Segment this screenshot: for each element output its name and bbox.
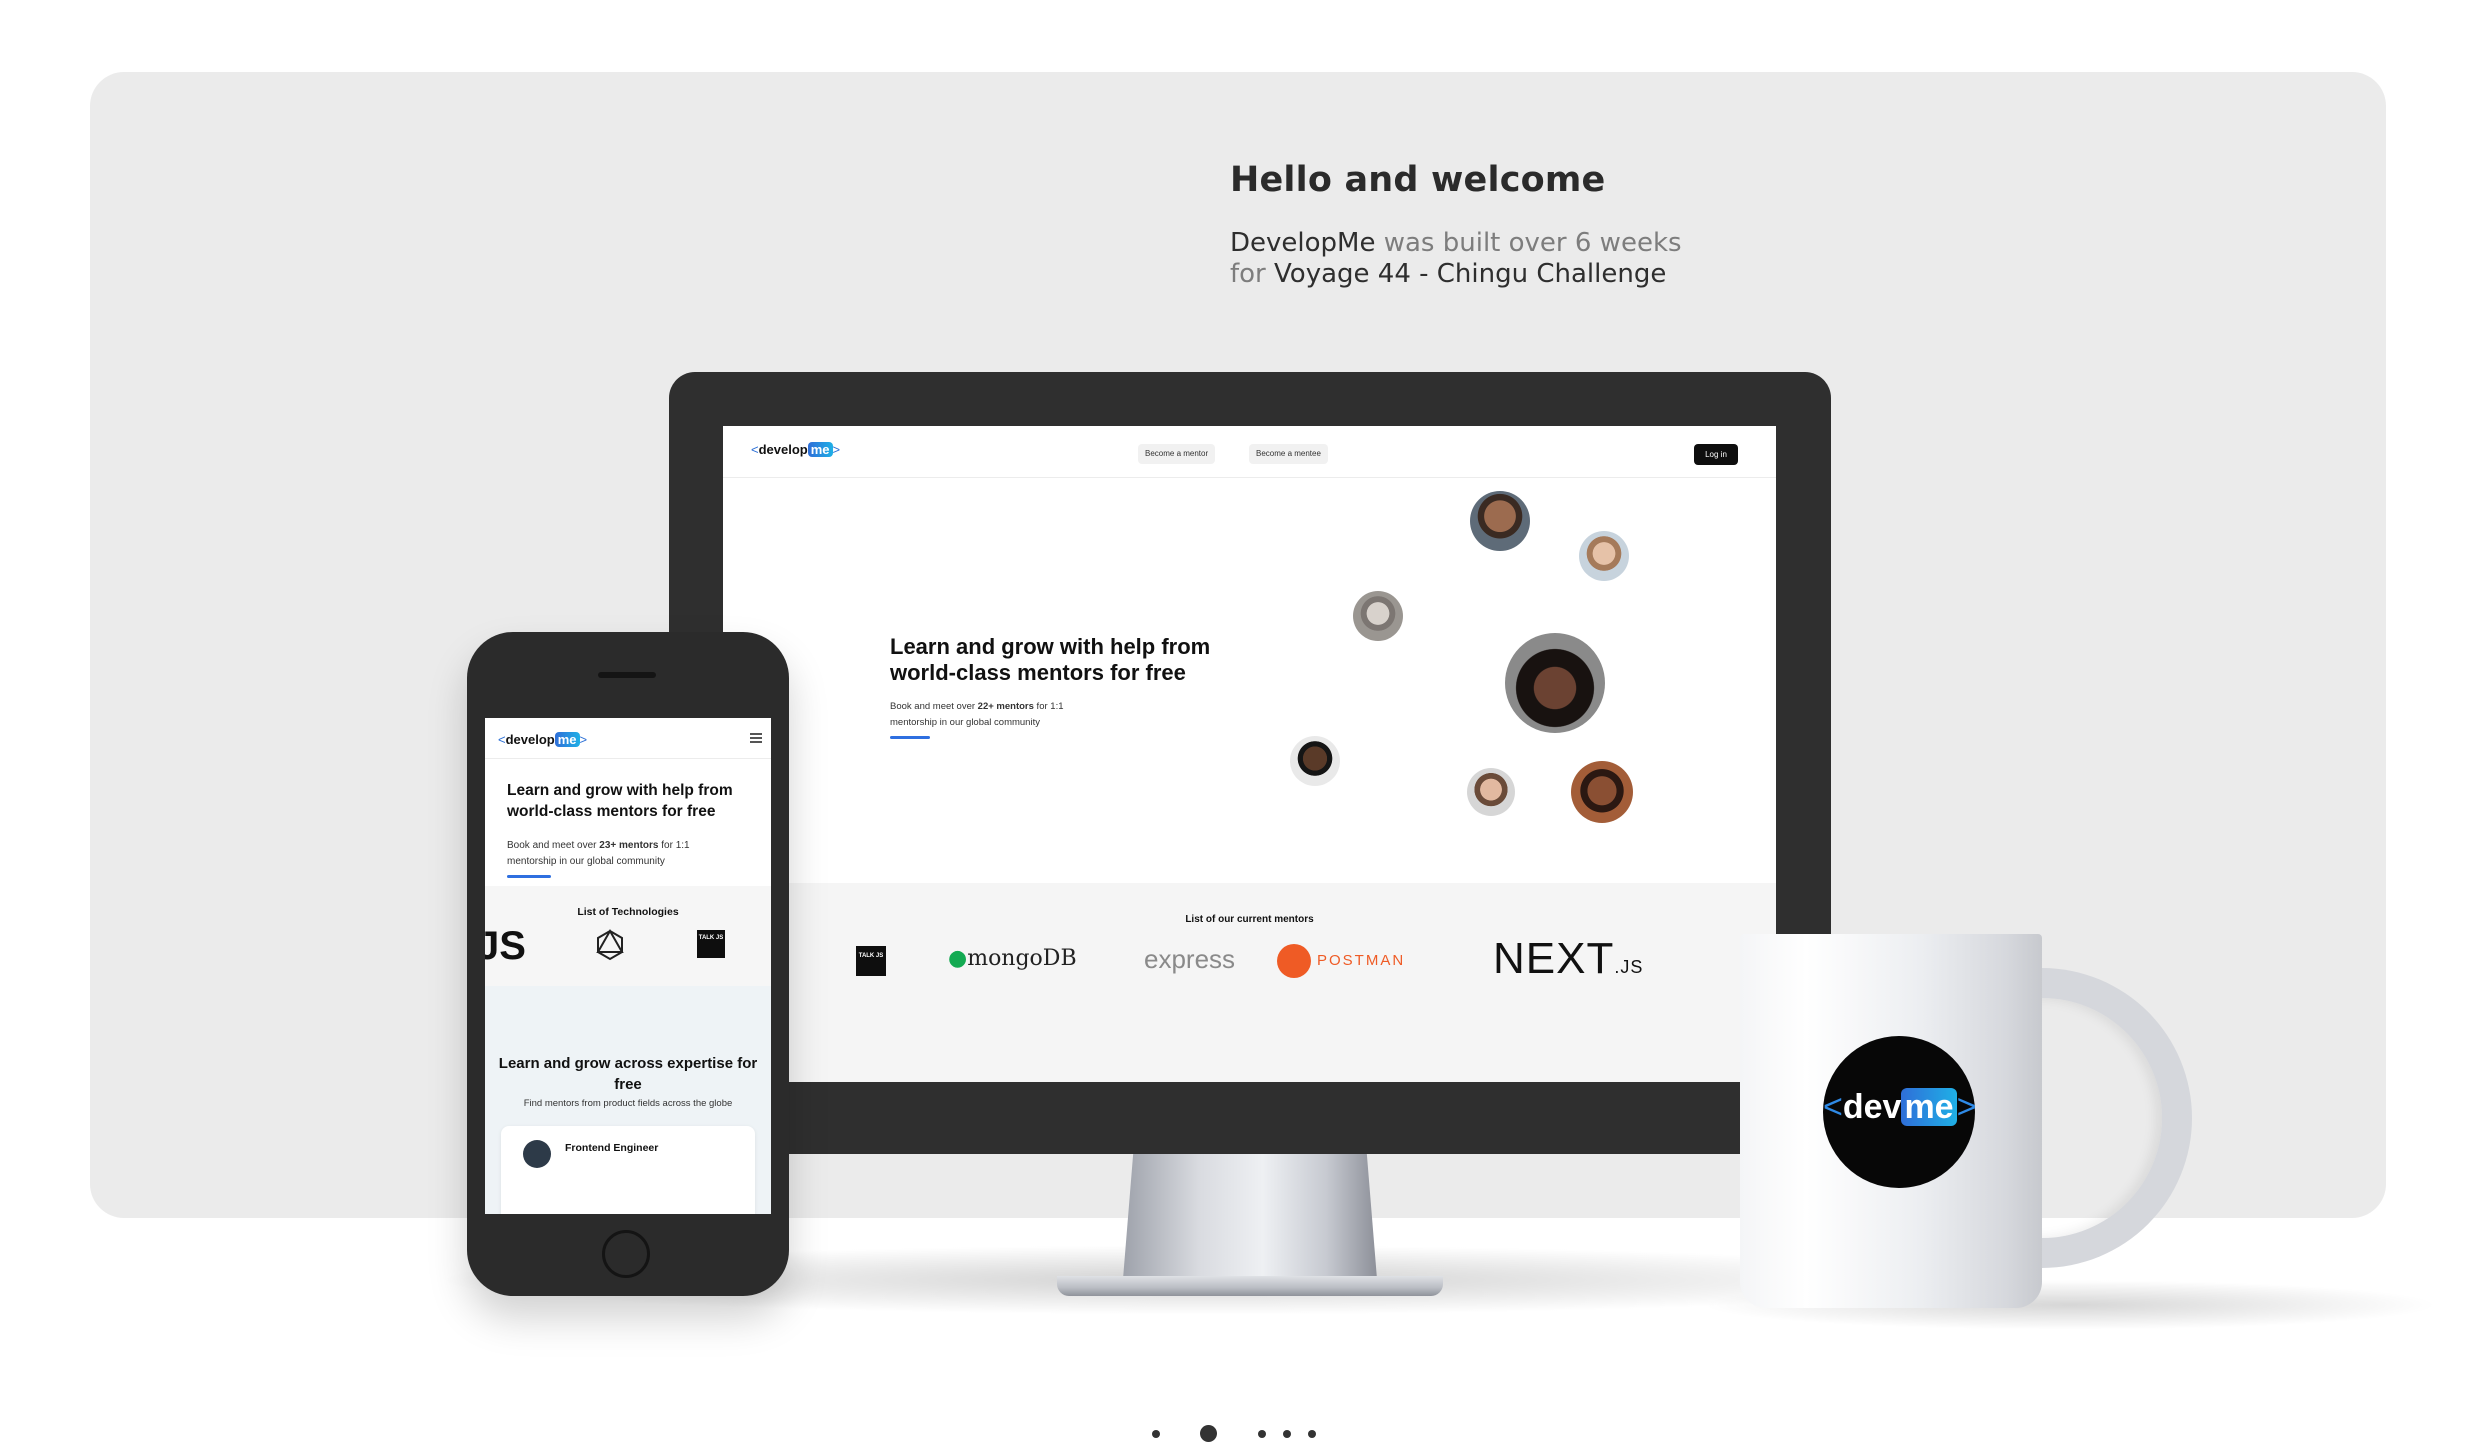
welcome-subtitle: DevelopMe was built over 6 weeks for Voy… xyxy=(1230,228,1830,290)
desktop-navbar: <develop me > Become a mentor Become a men… xyxy=(723,426,1776,478)
mongodb-logo: ●mongoDB xyxy=(948,946,1077,971)
welcome-title: Hello and welcome xyxy=(1230,160,1606,200)
developme-logo[interactable]: <develop me > xyxy=(498,732,587,747)
for-text: for xyxy=(1230,259,1275,289)
carousel-dot[interactable] xyxy=(1308,1430,1316,1438)
expertise-heading: Learn and grow across expertise for free xyxy=(498,1055,758,1093)
mentor-card[interactable]: Frontend Engineer xyxy=(501,1126,755,1214)
built-text: was built over 6 weeks xyxy=(1375,228,1682,258)
mentor-avatar xyxy=(1579,531,1629,581)
mobile-phone: <develop me > Learn and grow with help fro… xyxy=(467,632,789,1296)
avatar xyxy=(523,1140,551,1168)
project-name: DevelopMe xyxy=(1230,228,1376,258)
technologies-title: List of Technologies xyxy=(577,906,679,918)
phone-home-button xyxy=(602,1230,650,1278)
carousel-dot[interactable] xyxy=(1283,1430,1291,1438)
hero-heading: Learn and grow with help from world-clas… xyxy=(890,634,1211,685)
express-logo: express xyxy=(1144,944,1236,974)
hero-description: Book and meet over 22+ mentors for 1:1 m… xyxy=(890,701,1064,728)
mobile-hero-heading: Learn and grow with help from world-clas… xyxy=(507,782,733,820)
desktop-screen: <develop me > Become a mentor Become a men… xyxy=(723,426,1776,1082)
mobile-screen: <develop me > Learn and grow with help fro… xyxy=(485,718,771,1214)
welcome-section: Hello and welcome DevelopMe was built ov… xyxy=(1230,160,1830,290)
talk-js-logo: TALK JS xyxy=(856,946,886,976)
monitor-stand xyxy=(1123,1154,1377,1279)
monitor-stand-base xyxy=(1057,1276,1443,1296)
event-name: Voyage 44 - Chingu Challenge xyxy=(1274,259,1667,289)
hero-accent-bar xyxy=(890,736,930,739)
nextjs-logo: NEXT.JS xyxy=(1493,934,1644,983)
login-button[interactable]: Log in xyxy=(1694,444,1738,465)
mentor-avatar xyxy=(1505,633,1605,733)
mobile-accent-bar xyxy=(507,875,551,878)
postman-logo: POSTMAN xyxy=(1277,944,1405,978)
carousel-dots xyxy=(1140,1422,1340,1446)
technologies-band xyxy=(485,886,771,986)
expertise-subtitle: Find mentors from product fields across … xyxy=(523,1098,733,1109)
desktop-monitor: <develop me > Become a mentor Become a men… xyxy=(669,372,1831,1154)
mentor-avatar xyxy=(1353,591,1403,641)
nodejs-logo-partial: JS xyxy=(485,924,526,968)
mentor-avatar xyxy=(1467,768,1515,816)
talk-js-logo: TALK JS xyxy=(697,930,725,958)
mentors-list-title: List of our current mentors xyxy=(1185,914,1314,925)
mobile-hero-description: Book and meet over 23+ mentors for 1:1 m… xyxy=(507,840,690,867)
mentor-card-title: Frontend Engineer xyxy=(565,1142,659,1154)
graphql-icon xyxy=(593,928,627,962)
carousel-dot[interactable] xyxy=(1258,1430,1266,1438)
devme-mug-logo: <devme> xyxy=(1823,1036,1976,1188)
carousel-dot[interactable] xyxy=(1152,1430,1160,1438)
mentor-avatar xyxy=(1290,736,1340,786)
mentor-avatar xyxy=(1571,761,1633,823)
mobile-navbar: <develop me > xyxy=(485,718,771,759)
hamburger-menu-icon[interactable] xyxy=(750,733,762,745)
carousel-dot-active[interactable] xyxy=(1200,1425,1217,1442)
mentor-avatar xyxy=(1470,491,1530,551)
become-mentee-button[interactable]: Become a mentee xyxy=(1249,444,1328,464)
developme-logo[interactable]: <develop me > xyxy=(751,442,840,457)
become-mentor-button[interactable]: Become a mentor xyxy=(1138,444,1216,464)
phone-speaker xyxy=(598,672,656,678)
